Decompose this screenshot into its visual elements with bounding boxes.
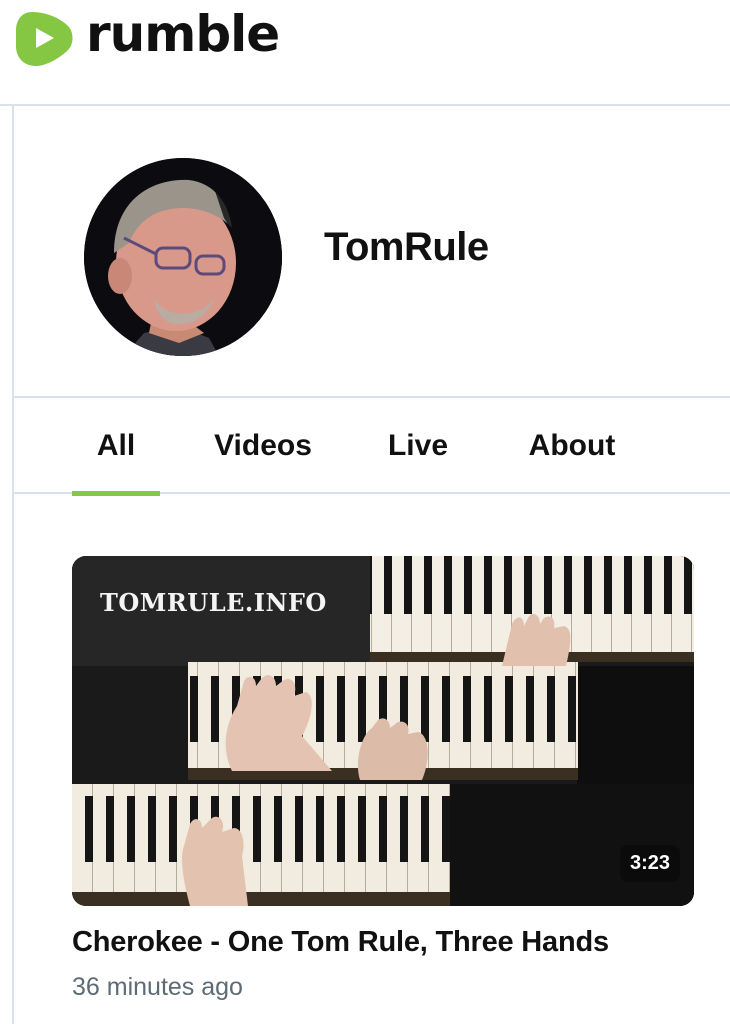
channel-page: rumble TomRule All Videos Live About TOM… xyxy=(0,0,730,1024)
site-header: rumble xyxy=(0,0,730,106)
tab-live[interactable]: Live xyxy=(380,398,456,494)
thumbnail-watermark: TOMRULE.INFO xyxy=(100,588,327,617)
tab-all[interactable]: All xyxy=(72,398,160,496)
content-left-border xyxy=(12,106,14,1024)
rumble-logo[interactable]: rumble xyxy=(12,5,280,70)
tab-videos[interactable]: Videos xyxy=(200,398,326,494)
video-thumbnail[interactable]: TOMRULE.INFO 3:23 xyxy=(72,556,694,906)
tab-about[interactable]: About xyxy=(516,398,628,494)
video-card[interactable]: TOMRULE.INFO 3:23 Cherokee - One Tom Rul… xyxy=(72,556,694,1002)
rumble-play-icon xyxy=(16,12,73,66)
duration-badge: 3:23 xyxy=(619,845,680,882)
video-title[interactable]: Cherokee - One Tom Rule, Three Hands xyxy=(72,926,694,959)
rumble-wordmark: rumble xyxy=(86,5,280,63)
video-posted-time: 36 minutes ago xyxy=(72,973,243,1001)
channel-name: TomRule xyxy=(324,225,489,269)
channel-avatar[interactable] xyxy=(84,158,282,356)
channel-tabs: All Videos Live About xyxy=(14,396,730,496)
